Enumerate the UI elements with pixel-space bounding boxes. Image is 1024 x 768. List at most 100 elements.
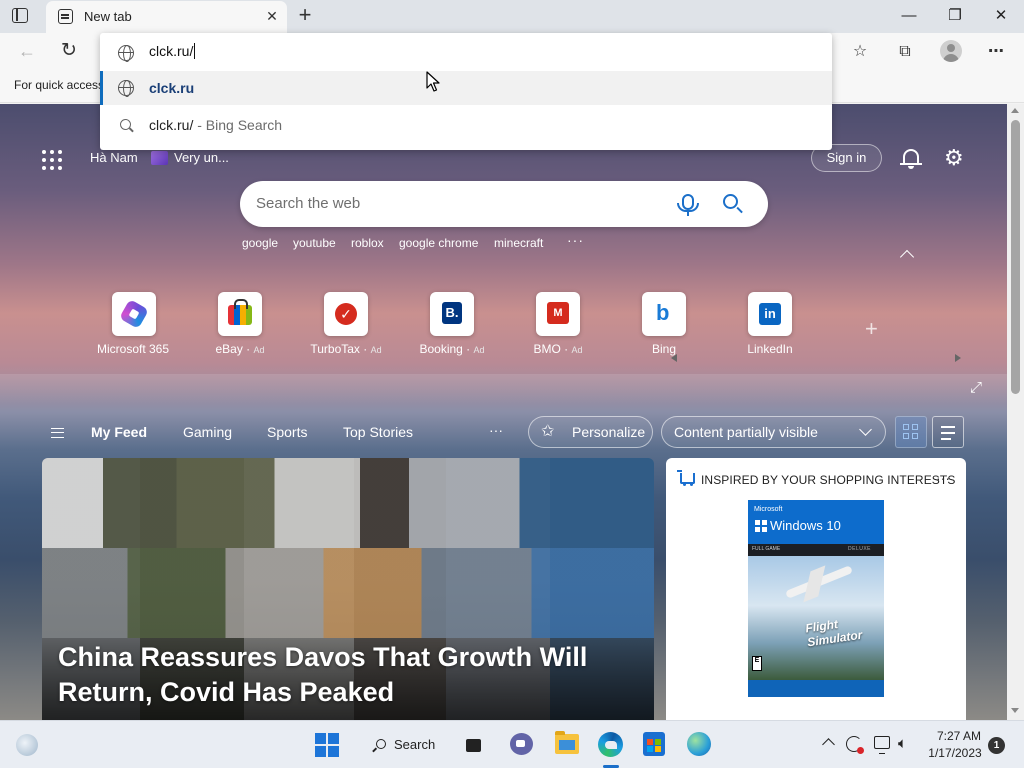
clock-time[interactable]: 7:27 AM <box>934 729 984 743</box>
carousel-next-icon[interactable] <box>955 354 961 362</box>
quick-link-bing[interactable]: b <box>642 292 686 336</box>
news-image <box>42 548 654 638</box>
product-platform: Windows 10 <box>770 518 841 533</box>
quick-link-label: Bing <box>651 342 677 356</box>
search-icon <box>376 739 386 749</box>
carousel-prev-icon[interactable] <box>671 354 677 362</box>
add-quick-link-button[interactable]: + <box>865 316 878 342</box>
tab-sports[interactable]: Sports <box>267 424 307 440</box>
taskbar-search-label: Search <box>394 737 436 752</box>
trending-more-button[interactable]: ··· <box>567 232 584 248</box>
tab-title: New tab <box>84 9 132 24</box>
microsoft-365-icon <box>118 298 150 330</box>
close-tab-button[interactable]: ✕ <box>262 6 282 26</box>
trending-link[interactable]: google chrome <box>399 236 478 250</box>
tab-new-tab[interactable]: New tab ✕ <box>46 1 287 33</box>
personalize-button[interactable]: ✩ Personalize <box>528 416 653 448</box>
volume-icon[interactable]: 🔈︎ <box>898 735 907 752</box>
scrollbar-thumb[interactable] <box>1011 120 1020 394</box>
refresh-button[interactable]: ↻ <box>61 39 77 62</box>
chat-icon[interactable] <box>510 733 533 755</box>
product-edition-right: DELUXE <box>848 546 872 552</box>
content-visibility-dropdown[interactable]: Content partially visible <box>661 416 886 448</box>
mouse-pointer-icon <box>426 71 440 92</box>
notification-badge[interactable]: 1 <box>988 737 1005 754</box>
text-caret <box>194 43 196 59</box>
grid-view-button[interactable] <box>895 416 927 448</box>
back-button[interactable]: ← <box>18 41 36 62</box>
quick-link-turbotax[interactable]: ✓ <box>324 292 368 336</box>
globe-icon <box>118 45 134 62</box>
web-search-box[interactable]: Search the web <box>240 181 768 227</box>
booking-icon: B. <box>442 302 462 324</box>
profile-avatar[interactable] <box>940 40 962 62</box>
news-headline[interactable]: China Reassures Davos That Growth Will R… <box>58 640 618 710</box>
location-label[interactable]: Hà Nam <box>90 150 138 165</box>
product-image[interactable]: Microsoft Windows 10 FULL GAME DELUXE Fl… <box>748 500 884 697</box>
settings-gear-icon[interactable]: ⚙ <box>944 147 964 169</box>
restore-button[interactable]: ❐ <box>932 0 978 33</box>
widgets-icon[interactable] <box>16 734 38 756</box>
collapse-chevron-icon[interactable] <box>899 249 915 265</box>
minimize-button[interactable]: — <box>886 0 932 33</box>
apps-launcher-icon[interactable] <box>42 150 62 170</box>
trending-link[interactable]: youtube <box>293 236 336 250</box>
new-tab-button[interactable]: + <box>293 4 317 28</box>
shopping-more-button[interactable]: ··· <box>936 470 950 486</box>
ebay-icon <box>228 299 252 325</box>
product-name: Flight Simulator <box>804 617 864 650</box>
task-view-icon[interactable] <box>466 735 488 753</box>
tab-my-feed[interactable]: My Feed <box>91 424 147 440</box>
favorites-bar-text: For quick access <box>14 78 105 92</box>
suggestion-query: clck.ru/ <box>149 117 194 133</box>
edge-browser-icon[interactable] <box>598 732 623 757</box>
start-windows-icon[interactable] <box>315 733 339 757</box>
suggestion-item-clck[interactable]: clck.ru <box>100 71 832 105</box>
close-window-button[interactable]: ✕ <box>978 0 1024 33</box>
quick-link-bmo[interactable]: M <box>536 292 580 336</box>
shopping-card: INSPIRED BY YOUR SHOPPING INTERESTS ··· … <box>666 458 966 720</box>
favorites-star-icon[interactable]: ☆ <box>849 41 871 63</box>
more-menu-icon[interactable]: ⋯ <box>985 41 1007 63</box>
show-hidden-icons-chevron[interactable] <box>822 738 835 751</box>
globe-icon <box>118 80 134 97</box>
taskbar: Search 🔈︎ 7:27 AM 1/17/2023 1 <box>0 720 1024 768</box>
product-artwork: Flight Simulator E <box>748 556 884 680</box>
globe-app-icon[interactable] <box>687 732 711 756</box>
tab-top-stories[interactable]: Top Stories <box>343 424 413 440</box>
collections-icon[interactable]: ⧉ <box>894 41 916 63</box>
quick-link-label: Booking · Ad <box>419 342 485 356</box>
microsoft-store-icon[interactable] <box>643 732 665 756</box>
notifications-bell-icon[interactable] <box>900 146 922 170</box>
quick-link-linkedin[interactable]: in <box>748 292 792 336</box>
taskbar-search-button[interactable]: Search <box>362 729 444 761</box>
quick-link-booking[interactable]: B. <box>430 292 474 336</box>
network-icon[interactable] <box>874 736 890 754</box>
clock-date[interactable]: 1/17/2023 <box>925 746 985 760</box>
trending-link[interactable]: roblox <box>351 236 384 250</box>
file-explorer-icon[interactable] <box>555 731 579 754</box>
expand-background-icon[interactable]: ⤢ <box>970 380 984 395</box>
shopping-card-title: INSPIRED BY YOUR SHOPPING INTERESTS <box>701 473 956 487</box>
quick-link-ebay[interactable] <box>218 292 262 336</box>
page-scrollbar[interactable] <box>1007 104 1024 720</box>
feed-menu-icon[interactable] <box>51 428 64 438</box>
new-tab-page: Hà Nam Very un... Sign in ⚙ Search the w… <box>0 104 1007 720</box>
quick-link-microsoft-365[interactable] <box>112 292 156 336</box>
suggestion-bing-text: clck.ru/ - Bing Search <box>149 117 282 133</box>
feed-more-button[interactable]: ··· <box>489 422 503 438</box>
product-band: FULL GAME DELUXE <box>748 544 884 556</box>
list-view-button[interactable] <box>932 416 964 448</box>
bing-icon: b <box>656 300 670 325</box>
tab-actions-icon[interactable] <box>12 8 28 23</box>
tab-gaming[interactable]: Gaming <box>183 424 232 440</box>
weather-label[interactable]: Very un... <box>174 150 229 165</box>
content-visibility-label: Content partially visible <box>674 424 818 440</box>
scroll-up-icon[interactable] <box>1011 108 1019 113</box>
trending-link[interactable]: google <box>242 236 278 250</box>
search-icon[interactable] <box>723 194 738 209</box>
scroll-down-icon[interactable] <box>1011 708 1019 713</box>
address-input[interactable]: clck.ru/ <box>149 43 196 59</box>
news-card[interactable]: China Reassures Davos That Growth Will R… <box>42 458 654 720</box>
trending-link[interactable]: minecraft <box>494 236 543 250</box>
